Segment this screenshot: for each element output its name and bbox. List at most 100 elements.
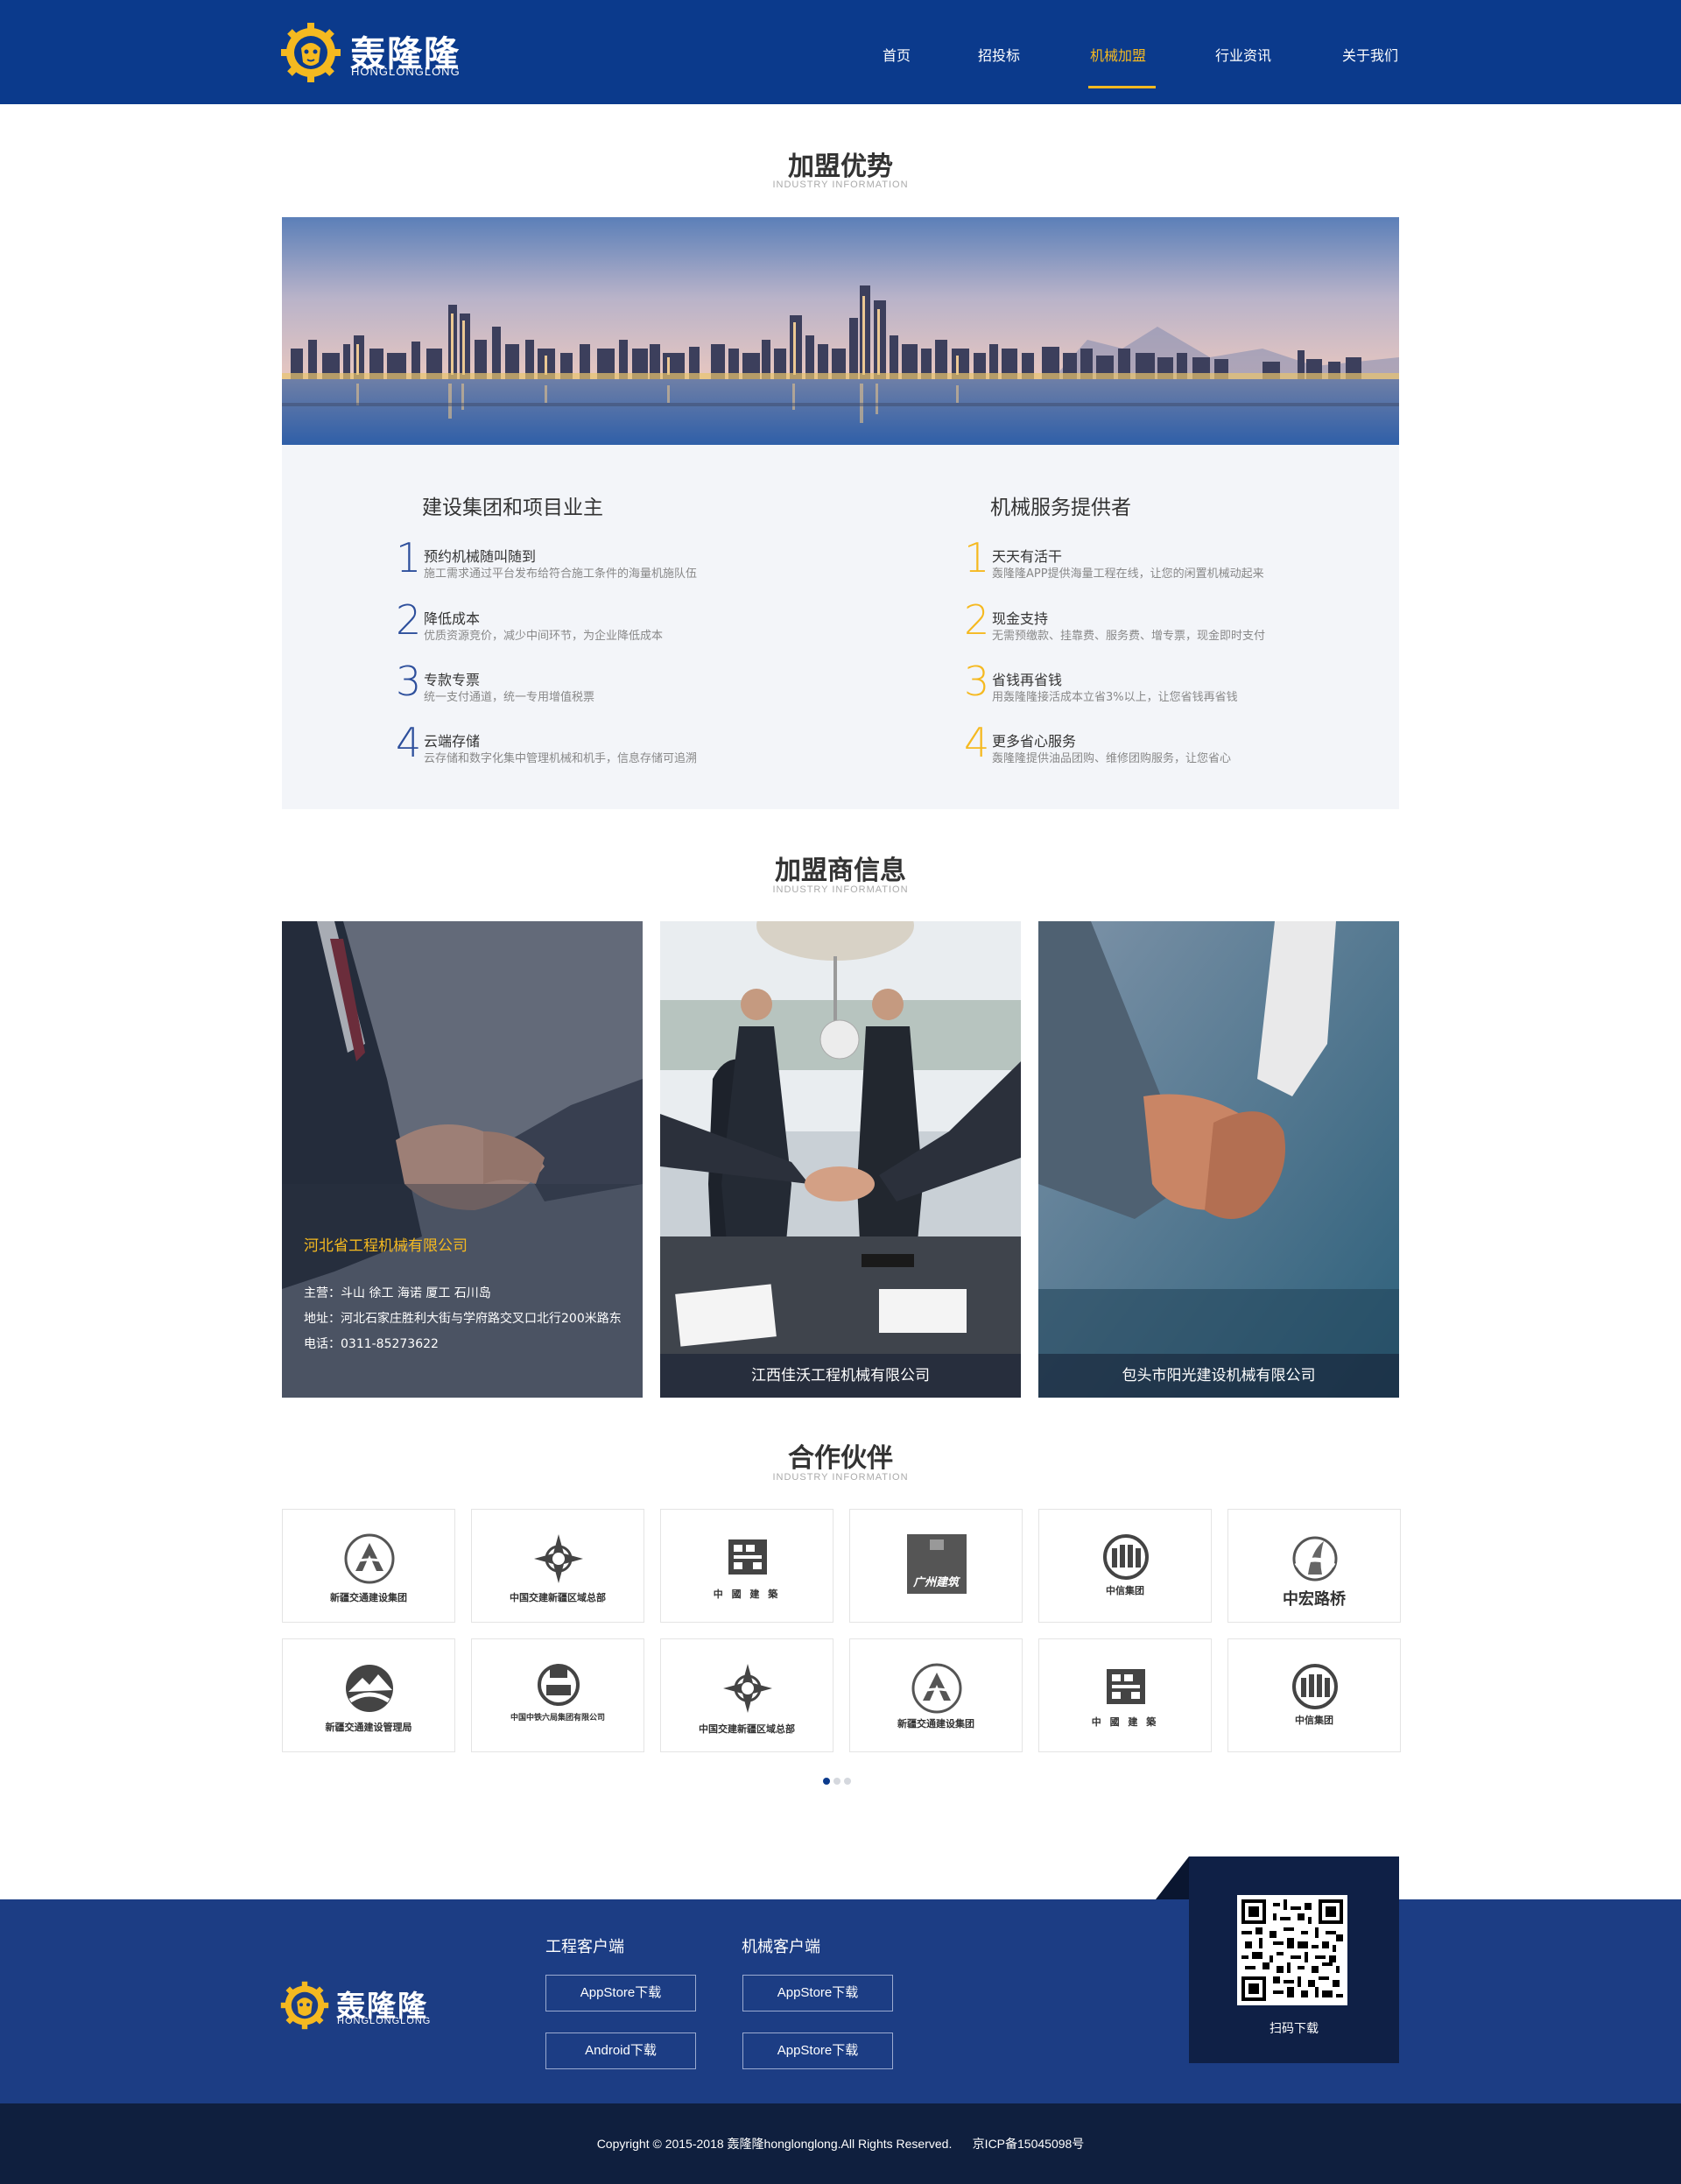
partner-name: 中 國 建 築 [1091,1716,1159,1728]
advantage-item-desc: 优质资源竞价，减少中间环节，为企业降低成本 [424,630,664,643]
partner-logo-card[interactable]: 广州建筑 [849,1509,1023,1623]
advantage-provider-item: 4 更多省心服务 轰隆隆提供油品团购、维修团购服务，让您省心 [964,722,1384,780]
franchisee-card[interactable]: 江西佳沃工程机械有限公司 [660,921,1021,1398]
footer-logo[interactable]: 轰隆隆 HONGLONGLONG [280,1981,455,2033]
lion-gear-logo-icon [280,1981,329,2030]
franchisee-name: 江西佳沃工程机械有限公司 [660,1354,1021,1398]
advantage-owner-item: 3 专款专票 统一支付通道，统一专用增值税票 [396,661,816,719]
advantage-owner-heading: 建设集团和项目业主 [422,497,603,519]
city-skyline-banner [282,217,1399,445]
partner-logo-card[interactable]: 中国中铁六局集团有限公司 [471,1638,644,1752]
advantage-item-desc: 轰隆隆提供油品团购、维修团购服务，让您省心 [992,752,1232,765]
advantage-item-desc: 轰隆隆APP提供海量工程在线，让您的闲置机械动起来 [992,567,1264,581]
citic-icon [1292,1664,1338,1709]
partner-logo-card[interactable]: 中国交建新疆区域总部 [471,1509,644,1623]
partner-logo-card[interactable]: 中国交建新疆区域总部 [660,1638,833,1752]
partner-name: 新疆交通建设集团 [897,1718,974,1730]
engineering-appstore-button[interactable]: AppStore下载 [545,1975,696,2011]
advantage-item-desc: 无需预缴款、挂靠费、服务费、增专票，现金即时支付 [992,630,1266,643]
advantage-item-desc: 施工需求通过平台发布给符合施工条件的海量机施队伍 [424,567,698,581]
citic-icon [1103,1534,1149,1580]
cscec-icon [728,1539,767,1575]
site-header: 轰隆隆 HONGLONGLONG 首页 招投标 机械加盟 行业资讯 关于我们 [0,0,1681,104]
cscec-icon [1107,1669,1145,1704]
xinjiang-jiaotong-icon [344,1533,395,1584]
nav-about-us[interactable]: 关于我们 [1342,44,1398,65]
advantage-item-number: 2 [396,596,422,644]
carousel-dot[interactable] [833,1778,840,1785]
partners-subtitle: INDUSTRY INFORMATION [772,1472,909,1483]
advantage-item-title: 专款专票 [424,672,481,688]
franchisee-card[interactable]: 包头市阳光建设机械有限公司 [1038,921,1399,1398]
partners-title: 合作伙伴 [788,1443,893,1474]
nav-bidding[interactable]: 招投标 [978,44,1020,65]
partner-logo-card[interactable]: 中宏路桥 [1227,1509,1401,1623]
advantage-item-title: 云端存储 [424,733,481,750]
partner-logo-card[interactable]: 新疆交通建设管理局 [282,1638,455,1752]
partner-logo-card[interactable]: 中 國 建 築 [1038,1638,1212,1752]
franchisee-name: 包头市阳光建设机械有限公司 [1038,1354,1399,1398]
machine-appstore-button[interactable]: AppStore下载 [742,1975,893,2011]
franchisee-card[interactable]: 河北省工程机械有限公司 主营：斗山 徐工 海诺 厦工 石川岛 地址：河北石家庄胜… [282,921,643,1398]
advantage-provider-heading: 机械服务提供者 [990,497,1131,519]
site-footer: 轰隆隆 HONGLONGLONG 工程客户端 AppStore下载 Androi… [0,1899,1681,2103]
machine-appstore-button-2[interactable]: AppStore下载 [742,2033,893,2069]
nav-home[interactable]: 首页 [883,44,911,65]
partner-logo-card[interactable]: 新疆交通建设集团 [849,1638,1023,1752]
partner-logo-card[interactable]: 新疆交通建设集团 [282,1509,455,1623]
partner-name: 中信集团 [1295,1715,1333,1726]
advantage-owner-item: 1 预约机械随叫随到 施工需求通过平台发布给符合施工条件的海量机施队伍 [396,538,816,595]
partner-name: 中信集团 [1106,1585,1144,1596]
advantage-item-desc: 统一支付通道，统一专用增值税票 [424,691,595,704]
lion-gear-logo-icon [281,23,341,82]
nav-machine-franchise[interactable]: 机械加盟 [1090,44,1146,65]
partner-logo-card[interactable]: 中信集团 [1227,1638,1401,1752]
franchisee-title: 加盟商信息 [775,856,906,886]
partner-logo-card[interactable]: 中信集团 [1038,1509,1212,1623]
advantage-item-number: 2 [964,596,990,644]
advantage-item-title: 降低成本 [424,610,481,627]
engineering-client-title: 工程客户端 [545,1938,624,1956]
franchisee-phone: 电话：0311-85273622 [304,1337,439,1351]
advantage-title: 加盟优势 [788,151,893,182]
advantage-item-title: 省钱再省钱 [992,672,1063,688]
partner-name: 广州建筑 [912,1576,959,1589]
carousel-dot[interactable] [823,1778,830,1785]
footer-brand-subtext: HONGLONGLONG [337,2016,432,2026]
franchisee-name: 河北省工程机械有限公司 [304,1237,468,1255]
site-logo[interactable]: 轰隆隆 HONGLONGLONG [280,22,490,83]
franchisee-subtitle: INDUSTRY INFORMATION [772,884,909,895]
xinjiang-jiaotong-icon [911,1663,962,1714]
ccc-icon [534,1534,583,1583]
xinjiang-guanli-icon [346,1665,393,1712]
copyright-bar: Copyright © 2015-2018 轰隆隆honglonglong.Al… [0,2103,1681,2184]
advantage-panel: 建设集团和项目业主 1 预约机械随叫随到 施工需求通过平台发布给符合施工条件的海… [282,445,1399,809]
ccc-icon [723,1664,772,1713]
partner-name: 中 國 建 築 [713,1589,781,1600]
copyright-text: Copyright © 2015-2018 轰隆隆honglonglong.Al… [596,2137,1085,2151]
advantage-owner-item: 2 降低成本 优质资源竞价，减少中间环节，为企业降低成本 [396,600,816,658]
advantage-item-title: 预约机械随叫随到 [424,548,537,565]
advantage-item-number: 1 [964,534,990,581]
logo-brand-subtext: HONGLONGLONG [351,65,461,78]
partner-logo-card[interactable]: 中 國 建 築 [660,1509,833,1623]
advantage-item-number: 3 [396,658,422,705]
advantage-owner-item: 4 云端存储 云存储和数字化集中管理机械和机手，信息存储可追溯 [396,722,816,780]
advantage-item-number: 3 [964,658,990,705]
advantage-item-number: 1 [396,534,422,581]
machine-client-title: 机械客户端 [742,1938,820,1956]
engineering-android-button[interactable]: Android下载 [545,2033,696,2069]
franchisee-address: 地址：河北石家庄胜利大街与学府路交叉口北行200米路东 [304,1312,622,1326]
advantage-provider-item: 2 现金支持 无需预缴款、挂靠费、服务费、增专票，现金即时支付 [964,600,1384,658]
qr-code-icon[interactable] [1237,1895,1347,2005]
crec-icon [538,1664,580,1706]
partner-name: 中国交建新疆区域总部 [699,1723,795,1735]
partner-name: 新疆交通建设集团 [330,1592,407,1603]
handshake-closeup-photo [1038,921,1399,1398]
advantage-item-desc: 云存储和数字化集中管理机械和机手，信息存储可追溯 [424,752,698,765]
carousel-dot[interactable] [844,1778,851,1785]
advantage-provider-item: 1 天天有活干 轰隆隆APP提供海量工程在线，让您的闲置机械动起来 [964,538,1384,595]
nav-industry-news[interactable]: 行业资讯 [1215,44,1271,65]
qr-box-notch [1156,1856,1189,1899]
carousel-pagination [823,1778,858,1786]
